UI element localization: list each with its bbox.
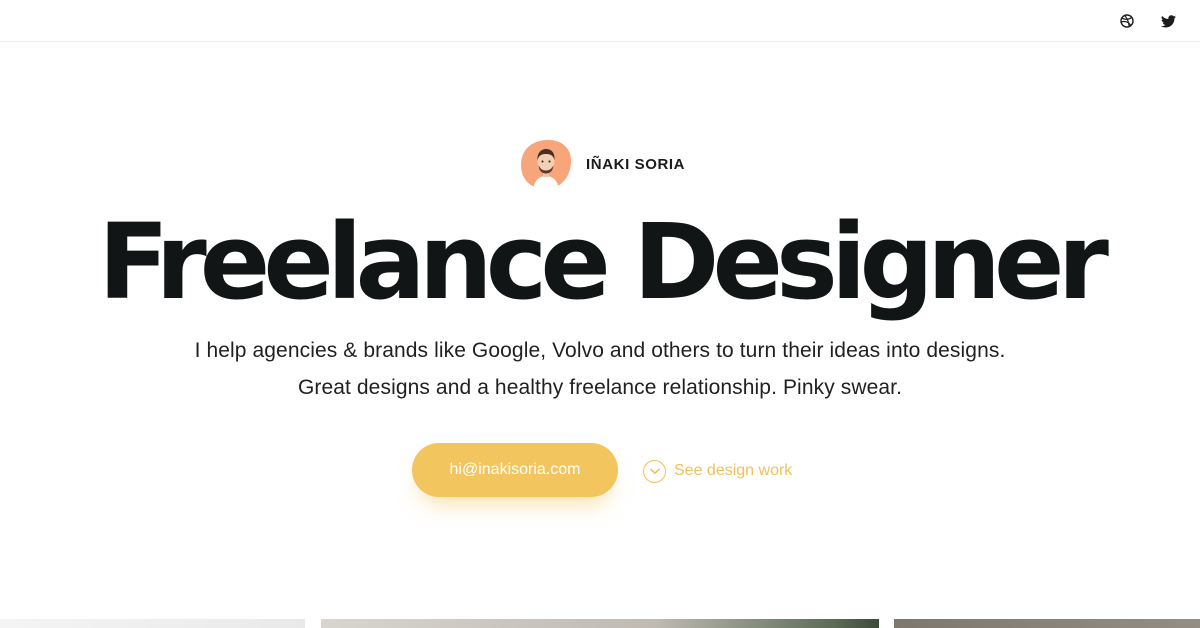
portfolio-thumbnail[interactable] xyxy=(0,619,305,628)
subtitle-line-1: I help agencies & brands like Google, Vo… xyxy=(194,339,1006,362)
top-bar xyxy=(0,0,1200,42)
email-button[interactable]: hi@inakisoria.com xyxy=(412,443,618,497)
profile-name: IÑAKI SORIA xyxy=(586,155,686,173)
subtitle-line-2: Great designs and a healthy freelance re… xyxy=(297,376,903,399)
profile: IÑAKI SORIA xyxy=(519,138,685,190)
portfolio-thumbnail[interactable] xyxy=(321,619,879,628)
chevron-down-icon xyxy=(643,459,666,483)
twitter-link[interactable] xyxy=(1158,11,1178,31)
portfolio-thumbnail[interactable] xyxy=(894,619,1200,628)
avatar xyxy=(519,138,573,190)
dribbble-link[interactable] xyxy=(1117,11,1137,31)
twitter-icon xyxy=(1160,14,1176,27)
dribbble-icon xyxy=(1120,14,1134,28)
see-design-work-label: See design work xyxy=(674,462,793,479)
see-design-work-link[interactable]: See design work xyxy=(643,459,792,483)
page-title: Freelance Designer xyxy=(98,201,1109,323)
